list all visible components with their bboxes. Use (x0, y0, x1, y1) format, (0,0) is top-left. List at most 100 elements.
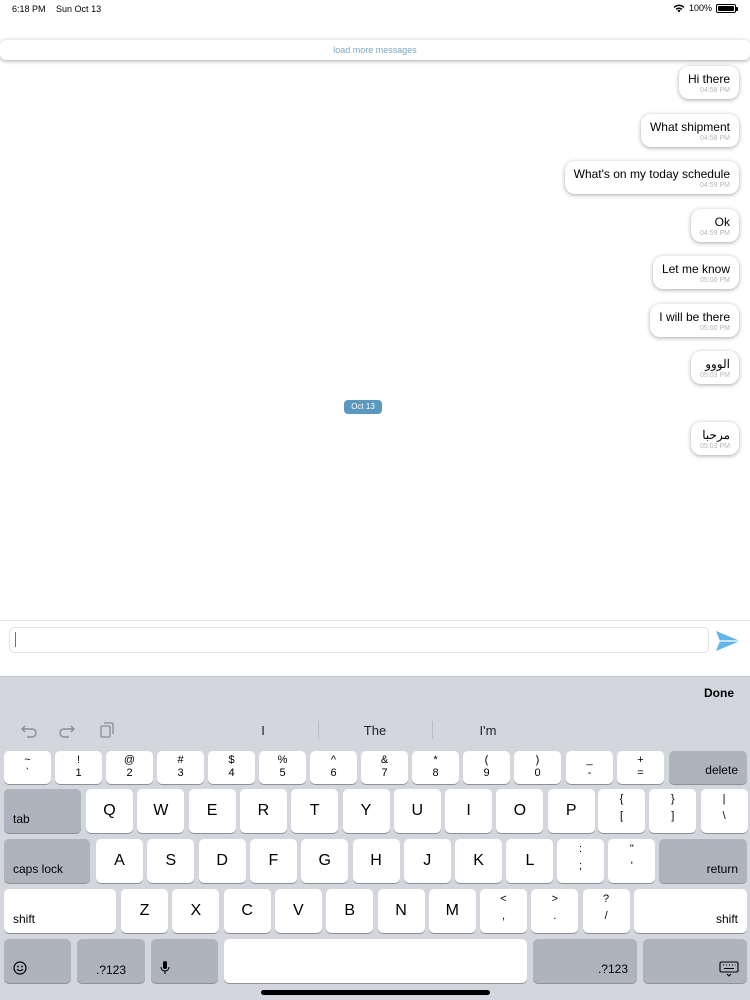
key-c[interactable]: C (223, 889, 271, 933)
key-=-label: + (637, 753, 644, 766)
key-8[interactable]: * 8 (412, 751, 459, 784)
key-s-label: S (165, 852, 177, 869)
key-k[interactable]: K (455, 839, 503, 883)
key-`-label: ~ (24, 753, 31, 766)
key-y[interactable]: Y (342, 789, 390, 833)
message-text: Let me know (661, 262, 730, 276)
message-input[interactable] (9, 627, 709, 653)
shift-left-key-label: shift (13, 912, 36, 926)
key-4[interactable]: $4 (208, 751, 255, 784)
key-5[interactable]: % 5 (259, 751, 306, 784)
key-m[interactable]: M (428, 889, 476, 933)
shift-right-key[interactable]: shift (634, 889, 747, 933)
key-m-label: M (445, 902, 459, 919)
key-o[interactable]: O (496, 789, 544, 833)
tab-key-label: tab (13, 812, 30, 826)
return-key[interactable]: return (659, 839, 747, 883)
key-6[interactable]: ^ 6 (310, 751, 357, 784)
key-r[interactable]: R (239, 789, 287, 833)
message-time: 05:03 PM (700, 372, 730, 379)
message-bubble[interactable]: الووو 05:03 PM (691, 351, 739, 384)
key-2-label: @ (123, 753, 136, 766)
message-text: الووو (705, 357, 730, 371)
undo-icon[interactable] (20, 721, 38, 739)
key-z[interactable]: Z (121, 889, 168, 933)
key-n[interactable]: N (377, 889, 425, 933)
key-d-label: D (216, 852, 228, 869)
key-o-label: O (513, 802, 527, 819)
message-bubble[interactable]: Ok 04:59 PM (691, 209, 739, 242)
key-7[interactable]: & 7 (361, 751, 408, 784)
key-3[interactable]: #3 (157, 751, 204, 784)
message-bubble[interactable]: What's on my today schedule 04:59 PM (564, 161, 739, 194)
key-i[interactable]: I (445, 789, 493, 833)
number-switch-right-key[interactable]: .?123 (533, 939, 637, 983)
shift-left-key[interactable]: shift (4, 889, 116, 933)
key-slash-label: / (604, 910, 608, 923)
key-quote[interactable]: " ' (608, 839, 656, 883)
status-time: 6:18 PM (12, 4, 46, 14)
key-2[interactable]: @2 (106, 751, 153, 784)
load-more-button[interactable]: load more messages (0, 40, 750, 60)
paste-icon[interactable] (98, 721, 116, 739)
key-open-bracket[interactable]: {[ (598, 789, 645, 833)
key-0[interactable]: ) 0 (514, 751, 561, 784)
key-close-bracket[interactable]: }] (649, 789, 697, 833)
key-backslash[interactable]: | \ (700, 789, 748, 833)
key-w-label: W (153, 802, 169, 819)
key-1[interactable]: ! 1 (55, 751, 102, 784)
number-switch-left-key[interactable]: .?123 (77, 939, 145, 983)
key-x[interactable]: X (172, 889, 220, 933)
key-b[interactable]: B (326, 889, 374, 933)
key-comma[interactable]: <, (480, 889, 527, 933)
suggestion-3[interactable]: I'm (433, 723, 543, 738)
done-button[interactable]: Done (704, 686, 734, 700)
key-slash[interactable]: ? / (582, 889, 630, 933)
message-text: I will be there (659, 310, 730, 324)
key--[interactable]: _ - (566, 751, 613, 784)
emoji-key[interactable] (4, 939, 71, 983)
key-2-label: 2 (126, 766, 133, 779)
key-c-label: C (241, 902, 253, 919)
space-key[interactable] (224, 939, 527, 983)
key-a[interactable]: A (96, 839, 143, 883)
key-t[interactable]: T (291, 789, 339, 833)
key-h[interactable]: H (352, 839, 400, 883)
message-time: 04:59 PM (700, 230, 730, 237)
key-w[interactable]: W (137, 789, 185, 833)
message-time: 05:00 PM (700, 277, 730, 284)
key-semicolon-label: : (578, 842, 583, 855)
key-j[interactable]: J (403, 839, 451, 883)
delete-key[interactable]: delete (669, 751, 747, 784)
redo-icon[interactable] (58, 721, 76, 739)
key-9[interactable]: (9 (463, 751, 510, 784)
key-quote-label: ' (630, 860, 633, 873)
key-8-label: * (433, 753, 438, 766)
key-g[interactable]: G (301, 839, 349, 883)
key-p[interactable]: P (547, 789, 595, 833)
key-q[interactable]: Q (86, 789, 133, 833)
key-semicolon[interactable]: :; (557, 839, 604, 883)
suggestion-2[interactable]: The (320, 723, 430, 738)
caps-lock-key[interactable]: caps lock (4, 839, 90, 883)
tab-key[interactable]: tab (4, 789, 81, 833)
message-bubble[interactable]: مرحبا 05:03 PM (691, 422, 739, 455)
message-bubble[interactable]: Hi there 04:58 PM (678, 66, 739, 99)
message-bubble[interactable]: I will be there 05:00 PM (650, 304, 739, 337)
key-`[interactable]: ~ ` (4, 751, 51, 784)
key-v[interactable]: V (274, 889, 322, 933)
message-bubble[interactable]: Let me know 05:00 PM (652, 256, 739, 289)
message-bubble[interactable]: What shipment 04:58 PM (640, 114, 739, 147)
key-f[interactable]: F (249, 839, 297, 883)
dictation-key[interactable] (151, 939, 218, 983)
hide-keyboard-key[interactable] (643, 939, 747, 983)
key-=[interactable]: + = (617, 751, 664, 784)
send-icon[interactable] (714, 627, 742, 655)
key-period[interactable]: >. (531, 889, 579, 933)
key-u[interactable]: U (393, 789, 441, 833)
key-d[interactable]: D (198, 839, 246, 883)
key-s[interactable]: S (147, 839, 195, 883)
key-e[interactable]: E (188, 789, 236, 833)
suggestion-1[interactable]: I (208, 723, 318, 738)
key-l[interactable]: L (506, 839, 554, 883)
